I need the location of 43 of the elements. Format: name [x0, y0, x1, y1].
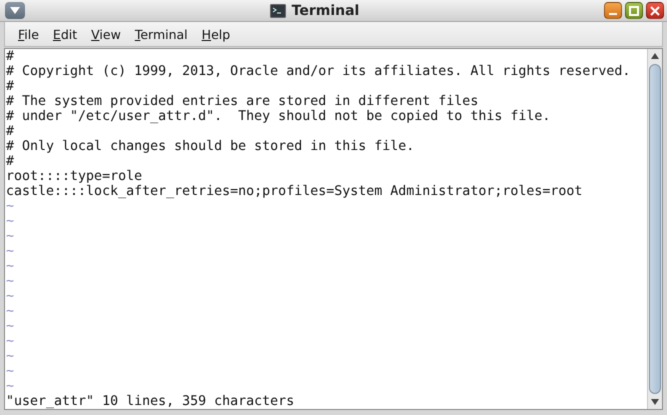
- menu-item[interactable]: File: [11, 24, 46, 44]
- window-title: Terminal: [292, 2, 360, 18]
- maximize-button[interactable]: [625, 2, 643, 19]
- maximize-icon: [629, 6, 639, 16]
- terminal-line: root::::type=role: [6, 169, 142, 184]
- scrollbar[interactable]: [647, 49, 662, 409]
- caret-icon: [10, 7, 20, 14]
- scroll-down-arrow-icon[interactable]: [651, 399, 659, 405]
- terminal-line: # under "/etc/user_attr.d". They should not be copied to this file.: [6, 109, 550, 124]
- empty-line-marker: ~: [6, 349, 14, 364]
- minimize-icon: [609, 12, 617, 14]
- close-button[interactable]: [646, 2, 664, 19]
- empty-line-marker: ~: [6, 229, 14, 244]
- menu-item[interactable]: Edit: [46, 24, 84, 44]
- empty-line-marker: ~: [6, 364, 14, 379]
- window-menu-button[interactable]: [5, 2, 25, 19]
- empty-line-marker: ~: [6, 274, 14, 289]
- status-line: "user_attr" 10 lines, 359 characters: [6, 394, 294, 409]
- terminal-line: #: [6, 154, 14, 169]
- scroll-up-arrow-icon[interactable]: [651, 53, 659, 59]
- menu-item[interactable]: Terminal: [128, 24, 195, 44]
- terminal-line: # Only local changes should be stored in this file.: [6, 139, 414, 154]
- empty-line-marker: ~: [6, 319, 14, 334]
- terminal-line: castle::::lock_after_retries=no;profiles=System Administrator;roles=root: [6, 184, 582, 199]
- empty-line-marker: ~: [6, 289, 14, 304]
- menu-item[interactable]: View: [84, 24, 128, 44]
- menu-item[interactable]: Help: [194, 24, 238, 44]
- terminal-line: # The system provided entries are stored in different files: [6, 94, 478, 109]
- minimize-button[interactable]: [604, 2, 622, 19]
- scrollbar-thumb[interactable]: [649, 64, 661, 394]
- terminal-icon: [270, 4, 286, 18]
- empty-line-marker: ~: [6, 259, 14, 274]
- empty-line-marker: ~: [6, 379, 14, 394]
- terminal-line: # Copyright (c) 1999, 2013, Oracle and/or its affiliates. All rights reserved.: [6, 64, 630, 79]
- empty-line-marker: ~: [6, 199, 14, 214]
- close-icon: [650, 6, 660, 16]
- empty-line-marker: ~: [6, 304, 14, 319]
- empty-line-marker: ~: [6, 214, 14, 229]
- empty-line-marker: ~: [6, 334, 14, 349]
- terminal-line: #: [6, 49, 14, 64]
- terminal-line: #: [6, 79, 14, 94]
- empty-line-marker: ~: [6, 244, 14, 259]
- terminal-line: #: [6, 124, 14, 139]
